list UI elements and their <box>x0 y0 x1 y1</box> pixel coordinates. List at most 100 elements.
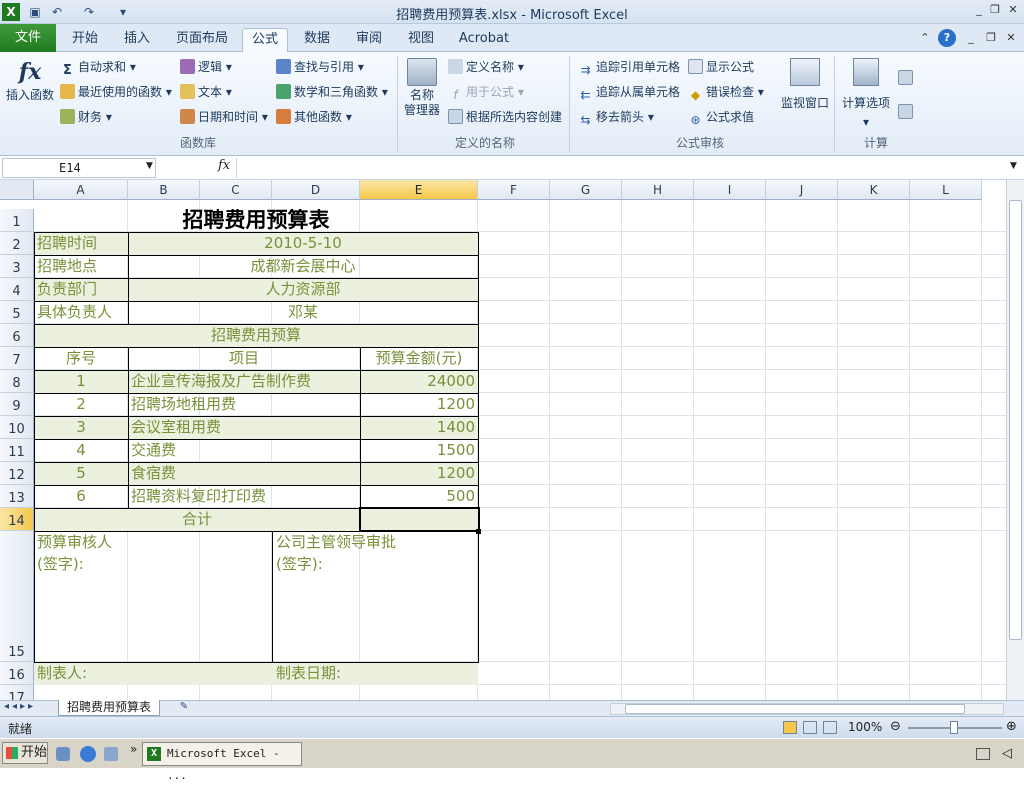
more-icon[interactable]: » <box>130 742 137 756</box>
close-icon[interactable]: ✕ <box>1006 3 1020 17</box>
horizontal-scrollbar[interactable] <box>610 703 1004 715</box>
header-no[interactable]: 序号 <box>34 347 128 370</box>
row-header-10[interactable]: 10 <box>0 416 34 439</box>
quick-launch-icon[interactable] <box>104 747 118 761</box>
info-label[interactable]: 负责部门 <box>34 278 128 301</box>
row-header-5[interactable]: 5 <box>0 301 34 324</box>
column-header-b[interactable]: B <box>128 180 200 200</box>
taskbar-excel-button[interactable]: X Microsoft Excel - ... <box>142 742 302 782</box>
insert-sheet-icon[interactable]: ✎ <box>174 701 194 715</box>
doc-close-icon[interactable]: ✕ <box>1004 31 1018 45</box>
worksheet-grid[interactable]: ABCDEFGHIJKL 1 2 3 4 5 6 7 8 9 10 11 12 13 14 15 16 17 招… <box>0 180 1024 700</box>
item-name[interactable]: 招聘场地租用费 <box>128 393 360 416</box>
column-header-f[interactable]: F <box>478 180 550 200</box>
tab-formulas[interactable]: 公式 <box>242 28 288 52</box>
define-name-button[interactable]: 定义名称 ▾ <box>448 57 524 77</box>
row-header-14[interactable]: 14 <box>0 508 34 531</box>
watch-window-button[interactable]: 监视窗口 <box>778 58 832 118</box>
item-amount[interactable]: 1500 <box>360 439 478 462</box>
item-name[interactable]: 招聘资料复印打印费 <box>128 485 360 508</box>
tab-acrobat[interactable]: Acrobat <box>452 28 516 52</box>
zoom-in-icon[interactable]: ⊕ <box>1006 719 1017 734</box>
item-amount[interactable]: 1400 <box>360 416 478 439</box>
info-label[interactable]: 具体负责人 <box>34 301 128 324</box>
column-header-k[interactable]: K <box>838 180 910 200</box>
calculate-sheet-button[interactable] <box>898 102 916 122</box>
vertical-scrollbar[interactable] <box>1006 180 1024 700</box>
restore-icon[interactable]: ❐ <box>988 3 1002 17</box>
item-name[interactable]: 企业宣传海报及广告制作费 <box>128 370 360 393</box>
page-layout-view-icon[interactable] <box>803 721 817 734</box>
minimize-icon[interactable]: _ <box>972 3 986 17</box>
name-box[interactable]: E14 <box>2 158 156 178</box>
tab-view[interactable]: 视图 <box>398 28 444 52</box>
column-header-h[interactable]: H <box>622 180 694 200</box>
ie-icon[interactable] <box>80 746 96 762</box>
normal-view-icon[interactable] <box>783 721 797 734</box>
header-item[interactable]: 项目 <box>128 347 360 370</box>
datetime-button[interactable]: 日期和时间 ▾ <box>180 107 268 127</box>
help-icon[interactable]: ? <box>938 29 956 47</box>
column-header-e[interactable]: E <box>360 180 478 200</box>
logical-button[interactable]: 逻辑 ▾ <box>180 57 232 77</box>
calculation-options-button[interactable]: 计算选项 ▾ <box>838 58 894 128</box>
item-no[interactable]: 2 <box>34 393 128 416</box>
name-manager-button[interactable]: 名称 管理器 <box>400 58 444 118</box>
lookup-button[interactable]: 查找与引用 ▾ <box>276 57 364 77</box>
column-header-l[interactable]: L <box>910 180 982 200</box>
start-button[interactable]: 开始 <box>2 742 48 764</box>
show-formulas-button[interactable]: 显示公式 <box>688 57 754 77</box>
column-header-a[interactable]: A <box>34 180 128 200</box>
calculate-now-button[interactable] <box>898 68 916 88</box>
insert-function-button[interactable]: fx 插入函数 <box>4 56 56 103</box>
name-box-dropdown-icon[interactable]: ▼ <box>146 161 153 171</box>
expand-formula-bar-icon[interactable]: ▼ <box>1010 161 1017 171</box>
select-all-corner[interactable] <box>0 180 34 200</box>
zoom-out-icon[interactable]: ⊖ <box>890 719 901 734</box>
item-no[interactable]: 1 <box>34 370 128 393</box>
financial-button[interactable]: 财务 ▾ <box>60 107 112 127</box>
selected-cell-outline[interactable] <box>359 507 480 532</box>
info-label[interactable]: 招聘时间 <box>34 232 128 255</box>
row-header-13[interactable]: 13 <box>0 485 34 508</box>
ribbon-minimize-icon[interactable]: ⌃ <box>918 31 932 45</box>
item-amount[interactable]: 24000 <box>360 370 478 393</box>
tab-insert[interactable]: 插入 <box>114 28 160 52</box>
item-name[interactable]: 食宿费 <box>128 462 360 485</box>
make-date-label[interactable]: 制表日期: <box>272 662 478 685</box>
reviewer-label[interactable]: 预算审核人 (签字): <box>34 531 272 575</box>
column-header-d[interactable]: D <box>272 180 360 200</box>
column-header-c[interactable]: C <box>200 180 272 200</box>
tab-home[interactable]: 开始 <box>62 28 108 52</box>
info-value[interactable]: 邓某 <box>128 301 478 324</box>
sheet-nav-arrows-icon[interactable]: ◂◂▸▸ <box>4 701 36 712</box>
horizontal-scroll-thumb[interactable] <box>625 704 965 714</box>
row-header-9[interactable]: 9 <box>0 393 34 416</box>
row-header-12[interactable]: 12 <box>0 462 34 485</box>
row-header-3[interactable]: 3 <box>0 255 34 278</box>
remove-arrows-button[interactable]: ⇆ 移去箭头 ▾ <box>578 107 653 127</box>
info-value[interactable]: 人力资源部 <box>128 278 478 301</box>
create-from-selection-button[interactable]: 根据所选内容创建 <box>448 107 562 127</box>
doc-minimize-icon[interactable]: _ <box>964 31 978 45</box>
math-button[interactable]: 数学和三角函数 ▾ <box>276 82 388 102</box>
error-checking-button[interactable]: ◆ 错误检查 ▾ <box>688 82 764 102</box>
row-header-11[interactable]: 11 <box>0 439 34 462</box>
row-header-1[interactable]: 1 <box>0 209 34 232</box>
evaluate-formula-button[interactable]: ⊛ 公式求值 <box>688 107 754 127</box>
header-amount[interactable]: 预算金额(元) <box>360 347 478 370</box>
formula-input[interactable] <box>236 158 1006 178</box>
text-button[interactable]: 文本 ▾ <box>180 82 232 102</box>
total-label[interactable]: 合计 <box>34 508 360 531</box>
row-header-7[interactable]: 7 <box>0 347 34 370</box>
item-amount[interactable]: 500 <box>360 485 478 508</box>
row-header-2[interactable]: 2 <box>0 232 34 255</box>
use-in-formula-button[interactable]: f 用于公式 ▾ <box>448 82 523 102</box>
column-header-i[interactable]: I <box>694 180 766 200</box>
item-amount[interactable]: 1200 <box>360 393 478 416</box>
more-functions-button[interactable]: 其他函数 ▾ <box>276 107 352 127</box>
row-header-16[interactable]: 16 <box>0 662 34 685</box>
keyboard-icon[interactable] <box>976 748 990 760</box>
sheet-title[interactable]: 招聘费用预算表 <box>34 209 478 232</box>
tab-page-layout[interactable]: 页面布局 <box>166 28 238 52</box>
